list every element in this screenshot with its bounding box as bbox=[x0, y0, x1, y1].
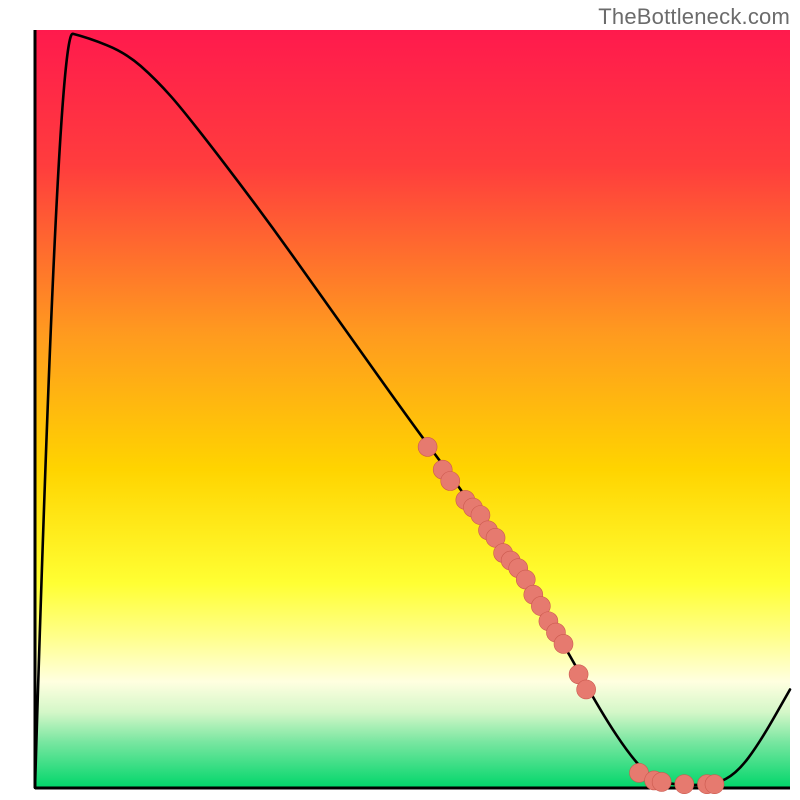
data-point bbox=[577, 680, 596, 699]
bottleneck-chart bbox=[0, 0, 800, 800]
data-point bbox=[675, 775, 694, 794]
data-point bbox=[418, 437, 437, 456]
data-point bbox=[705, 775, 724, 794]
data-point bbox=[441, 472, 460, 491]
data-point bbox=[554, 634, 573, 653]
data-point bbox=[652, 772, 671, 791]
chart-background bbox=[35, 30, 790, 788]
chart-stage: TheBottleneck.com bbox=[0, 0, 800, 800]
